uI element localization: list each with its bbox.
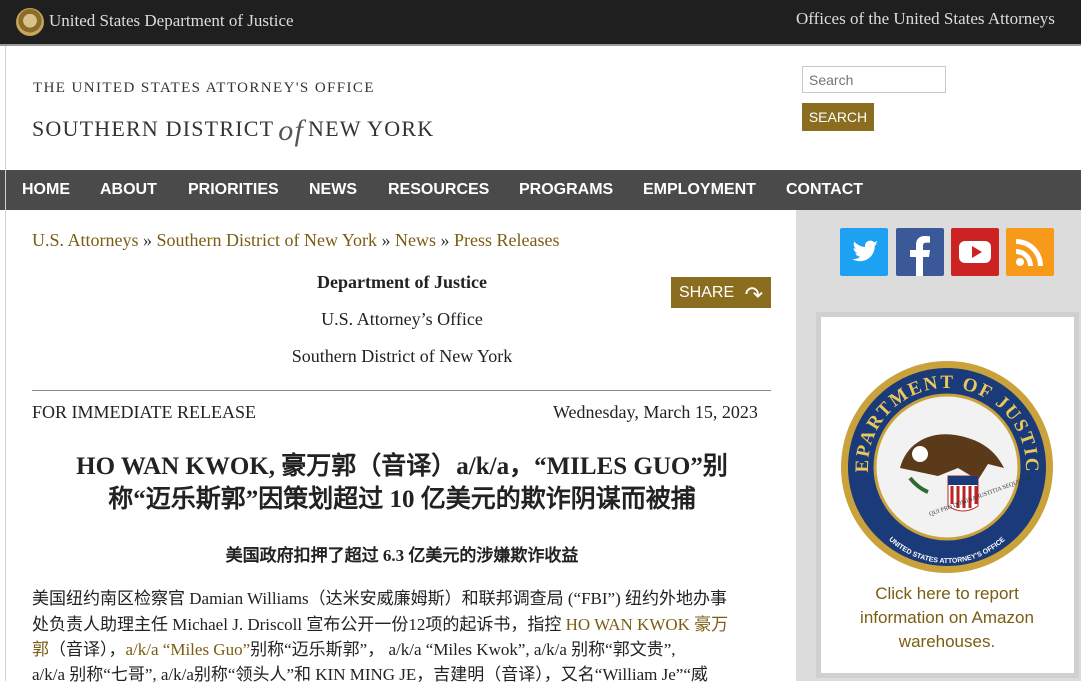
breadcrumb-news[interactable]: News [395,230,436,250]
headline-line-1: HO WAN KWOK, 豪万郭（音译）a/k/a，“MILES GUO”别 [76,453,728,480]
logo-line-1[interactable]: THE UNITED STATES ATTORNEY'S OFFICE [33,80,375,97]
doj-seal-large-icon[interactable]: DEPARTMENT OF JUSTICE UNITED STATES ATTO… [838,358,1056,576]
logo-of: of [278,114,304,147]
body-text: 别称“迈乐斯郭”， a/k/a “Miles Kwok”, a/k/a 别称“郭… [250,640,676,659]
release-date: Wednesday, March 15, 2023 [553,402,758,422]
body-text: 处负责人助理主任 Michael J. Driscoll 宣布公开一份12项的起… [32,615,566,634]
nav-news[interactable]: NEWS [309,170,357,210]
nav-resources[interactable]: RESOURCES [388,170,489,210]
body-line-2: 处负责人助理主任 Michael J. Driscoll 宣布公开一份12项的起… [32,610,772,635]
alias-link[interactable]: a/k/a “Miles Guo” [126,640,251,659]
body-line-1: 美国纽约南区检察官 Damian Williams（达米安威廉姆斯）和联邦调查局… [32,589,728,608]
nav-priorities[interactable]: PRIORITIES [188,170,279,210]
breadcrumb-sdny[interactable]: Southern District of New York [157,230,378,250]
body-line-4: a/k/a 别称“七哥”, a/k/a别称“领头人”和 KIN MING JE，… [32,665,708,684]
logo-left: SOUTHERN DISTRICT [32,116,275,141]
share-button[interactable]: SHARE ↷ [671,277,771,308]
breadcrumb-us-attorneys[interactable]: U.S. Attorneys [32,230,139,250]
top-bar: United States Department of Justice Offi… [0,0,1081,44]
headline-line-2: 称“迈乐斯郭”因策划超过 10 亿美元的欺诈阴谋而被捕 [108,486,696,513]
report-link[interactable]: Click here to report information on Amaz… [836,582,1058,654]
office-title: U.S. Attorney’s Office [321,309,483,329]
breadcrumb-press-releases[interactable]: Press Releases [454,230,559,250]
nav-contact[interactable]: CONTACT [786,170,863,210]
breadcrumb-separator: » [440,230,450,250]
twitter-icon[interactable] [840,228,888,276]
search-input[interactable] [802,66,946,93]
eagle-head [912,446,928,462]
doj-link[interactable]: United States Department of Justice [49,11,294,31]
defendant-link[interactable]: HO WAN KWOK 豪万 [566,615,729,634]
site-header [5,46,1081,170]
body-text: （音译）， [49,640,126,659]
search-button[interactable]: SEARCH [802,103,874,131]
body-line-3: 郭（音译），a/k/a “Miles Guo”别称“迈乐斯郭”， a/k/a “… [32,635,772,660]
breadcrumb-separator: » [381,230,391,250]
share-label: SHARE [679,284,735,301]
report-line-2: information on Amazon [860,608,1034,627]
main-nav: HOME ABOUT PRIORITIES NEWS RESOURCES PRO… [0,170,1081,210]
release-label: FOR IMMEDIATE RELEASE [32,402,256,422]
page-border [5,46,6,681]
facebook-icon[interactable] [896,228,944,276]
breadcrumb: U.S. Attorneys » Southern District of Ne… [32,230,560,251]
youtube-icon[interactable] [951,228,999,276]
nav-about[interactable]: ABOUT [100,170,157,210]
rss-icon[interactable] [1006,228,1054,276]
logo-line-2[interactable]: SOUTHERN DISTRICT of NEW YORK [32,110,435,147]
report-line-3: warehouses. [898,632,996,651]
agency-title: Department of Justice [317,272,487,292]
logo-right: NEW YORK [308,116,435,141]
district-title: Southern District of New York [291,346,513,366]
defendant-link[interactable]: 郭 [32,640,49,659]
doj-seal-icon[interactable] [16,8,44,36]
nav-programs[interactable]: PROGRAMS [519,170,613,210]
nav-home[interactable]: HOME [22,170,70,210]
article-headline: HO WAN KWOK, 豪万郭（音译）a/k/a，“MILES GUO”别 称… [40,450,764,516]
share-arrow-icon: ↷ [744,282,763,307]
article-subhead: 美国政府扣押了超过 6.3 亿美元的涉嫌欺诈收益 [225,546,579,565]
offices-link[interactable]: Offices of the United States Attorneys [796,9,1055,29]
nav-employment[interactable]: EMPLOYMENT [643,170,756,210]
report-line-1: Click here to report [875,584,1019,603]
divider [32,390,771,391]
breadcrumb-separator: » [143,230,153,250]
